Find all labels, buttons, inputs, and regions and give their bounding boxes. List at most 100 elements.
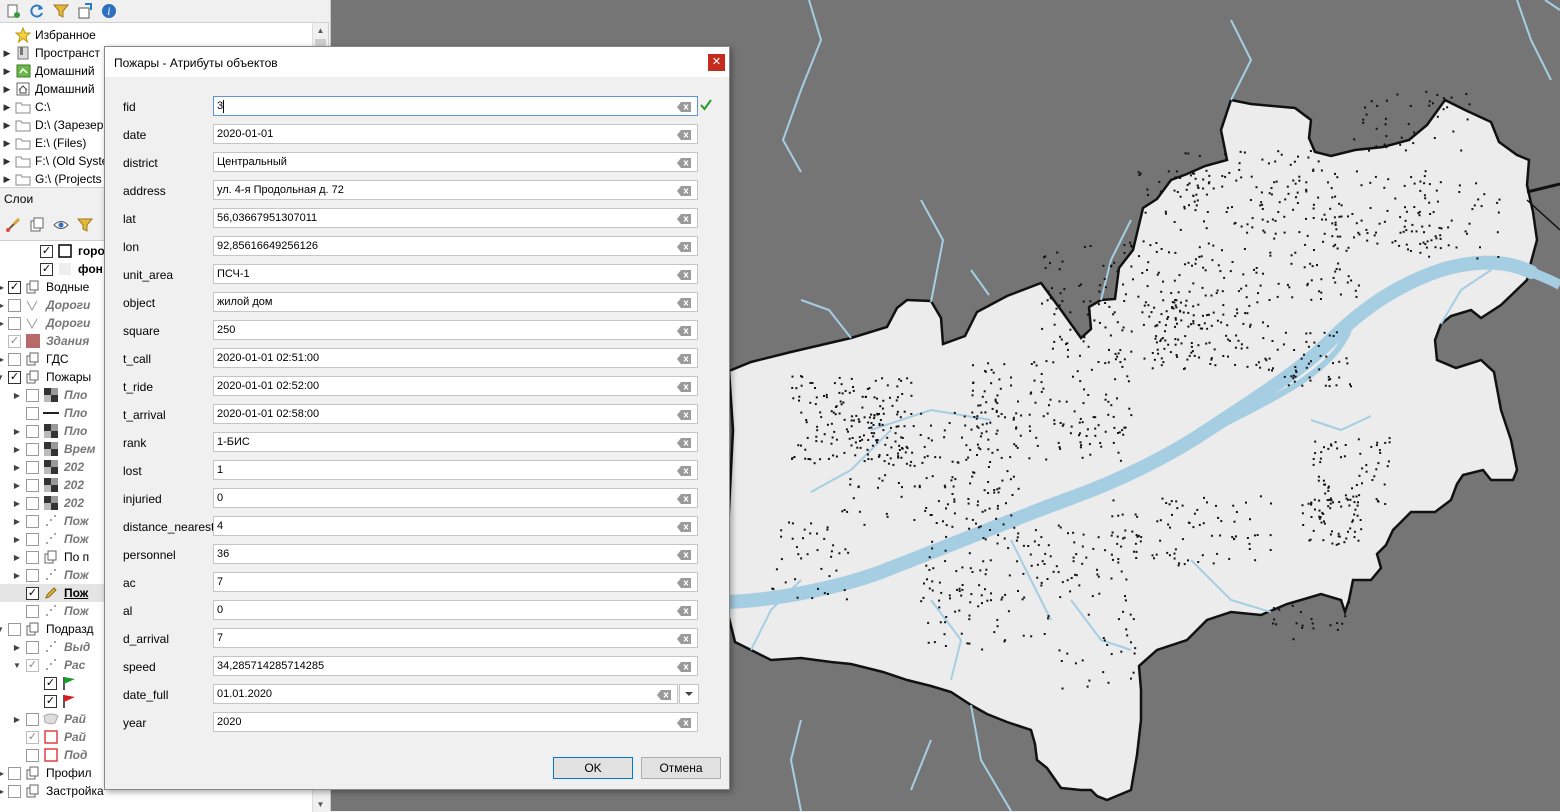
layer-visibility-checkbox[interactable]: ✓ bbox=[26, 730, 39, 744]
browser-item[interactable]: ▶ Домашний bbox=[0, 62, 95, 80]
expand-arrow-icon[interactable]: ▶ bbox=[12, 463, 22, 472]
clear-value-icon[interactable] bbox=[677, 605, 691, 616]
expand-arrow-icon[interactable]: ▶ bbox=[0, 283, 4, 292]
close-icon[interactable]: ✕ bbox=[708, 54, 725, 71]
layer-visibility-checkbox[interactable] bbox=[26, 406, 39, 420]
clear-value-icon[interactable] bbox=[677, 409, 691, 420]
layer-visibility-checkbox[interactable]: ✓ bbox=[26, 658, 39, 672]
square-field[interactable]: 250 bbox=[213, 320, 698, 340]
layer-visibility-checkbox[interactable]: ✓ bbox=[26, 586, 39, 600]
layer-visibility-checkbox[interactable] bbox=[26, 442, 39, 456]
layer-visibility-checkbox[interactable] bbox=[8, 766, 21, 780]
layer-visibility-checkbox[interactable] bbox=[26, 514, 39, 528]
clear-value-icon[interactable] bbox=[677, 269, 691, 280]
layer-visibility-checkbox[interactable] bbox=[26, 550, 39, 564]
layer-visibility-checkbox[interactable] bbox=[26, 460, 39, 474]
browser-item[interactable]: ▶ C:\ bbox=[0, 98, 51, 116]
object-field[interactable]: жилой дом bbox=[213, 292, 698, 312]
collapse-arrow-icon[interactable]: ▼ bbox=[12, 661, 22, 670]
layer-visibility-checkbox[interactable] bbox=[26, 712, 39, 726]
expand-arrow-icon[interactable]: ▶ bbox=[0, 319, 4, 328]
layer-visibility-checkbox[interactable] bbox=[8, 784, 21, 798]
clear-value-icon[interactable] bbox=[677, 717, 691, 728]
distance-nearest-field[interactable]: 4 bbox=[213, 516, 698, 536]
layer-visibility-checkbox[interactable] bbox=[8, 622, 21, 636]
clear-value-icon[interactable] bbox=[677, 381, 691, 392]
layer-visibility-checkbox[interactable]: ✓ bbox=[40, 244, 53, 258]
district-field[interactable]: Центральный bbox=[213, 152, 698, 172]
layer-visibility-checkbox[interactable]: ✓ bbox=[8, 280, 21, 294]
expand-arrow-icon[interactable]: ▶ bbox=[12, 517, 22, 526]
expand-arrow-icon[interactable]: ▶ bbox=[12, 427, 22, 436]
browser-item[interactable]: ▶ F:\ (Old Syste bbox=[0, 152, 109, 170]
scroll-up-icon[interactable]: ▲ bbox=[313, 23, 328, 38]
clear-value-icon[interactable] bbox=[677, 549, 691, 560]
year-field[interactable]: 2020 bbox=[213, 712, 698, 732]
clear-value-icon[interactable] bbox=[677, 297, 691, 308]
collapse-arrow-icon[interactable]: ▼ bbox=[0, 373, 4, 382]
lost-field[interactable]: 1 bbox=[213, 460, 698, 480]
t-call-field[interactable]: 2020-01-01 02:51:00 bbox=[213, 348, 698, 368]
collapse-all-icon[interactable] bbox=[76, 2, 94, 20]
browser-item[interactable]: ▶ Домашний bbox=[0, 80, 95, 98]
layer-visibility-checkbox[interactable] bbox=[8, 316, 21, 330]
layer-visibility-checkbox[interactable]: ✓ bbox=[44, 694, 57, 708]
layer-visibility-checkbox[interactable] bbox=[26, 640, 39, 654]
cancel-button[interactable]: Отмена bbox=[641, 757, 721, 779]
clear-value-icon[interactable] bbox=[677, 353, 691, 364]
expand-arrow-icon[interactable]: ▶ bbox=[12, 715, 22, 724]
layer-visibility-checkbox[interactable] bbox=[26, 532, 39, 546]
layer-visibility-checkbox[interactable]: ✓ bbox=[8, 370, 21, 384]
clear-value-icon[interactable] bbox=[677, 157, 691, 168]
expand-arrow-icon[interactable]: ▶ bbox=[12, 553, 22, 562]
layer-visibility-checkbox[interactable] bbox=[8, 352, 21, 366]
clear-value-icon[interactable] bbox=[677, 213, 691, 224]
layer-visibility-checkbox[interactable] bbox=[26, 748, 39, 762]
clear-value-icon[interactable] bbox=[677, 101, 691, 112]
ok-button[interactable]: OK bbox=[553, 757, 633, 779]
refresh-icon[interactable] bbox=[28, 2, 46, 20]
lat-field[interactable]: 56,03667951307011 bbox=[213, 208, 698, 228]
d-arrival-field[interactable]: 7 bbox=[213, 628, 698, 648]
personnel-field[interactable]: 36 bbox=[213, 544, 698, 564]
clear-value-icon[interactable] bbox=[677, 185, 691, 196]
layer-visibility-checkbox[interactable] bbox=[8, 298, 21, 312]
expand-arrow-icon[interactable]: ▶ bbox=[12, 481, 22, 490]
expand-arrow-icon[interactable]: ▶ bbox=[0, 787, 4, 796]
visibility-eye-icon[interactable] bbox=[52, 216, 70, 234]
date-dropdown-button[interactable] bbox=[679, 684, 699, 704]
date-field[interactable]: 2020-01-01 bbox=[213, 124, 698, 144]
clear-value-icon[interactable] bbox=[677, 577, 691, 588]
clear-value-icon[interactable] bbox=[677, 493, 691, 504]
t-ride-field[interactable]: 2020-01-01 02:52:00 bbox=[213, 376, 698, 396]
browser-item[interactable]: ▶ E:\ (Files) bbox=[0, 134, 87, 152]
layer-visibility-checkbox[interactable]: ✓ bbox=[8, 334, 21, 348]
expand-arrow-icon[interactable]: ▶ bbox=[12, 391, 22, 400]
clear-value-icon[interactable] bbox=[677, 633, 691, 644]
expand-arrow-icon[interactable]: ▶ bbox=[0, 769, 4, 778]
expand-arrow-icon[interactable]: ▶ bbox=[12, 535, 22, 544]
browser-item[interactable]: ▶ Пространст bbox=[0, 44, 100, 62]
dialog-titlebar[interactable]: Пожары - Атрибуты объектов ✕ bbox=[105, 47, 729, 77]
injuried-field[interactable]: 0 bbox=[213, 488, 698, 508]
scroll-down-icon[interactable]: ▼ bbox=[313, 797, 328, 812]
browser-item[interactable]: Избранное bbox=[0, 26, 96, 44]
t-arrival-field[interactable]: 2020-01-01 02:58:00 bbox=[213, 404, 698, 424]
clear-value-icon[interactable] bbox=[677, 661, 691, 672]
layer-visibility-checkbox[interactable] bbox=[26, 604, 39, 618]
address-field[interactable]: ул. 4-я Продольная д. 72 bbox=[213, 180, 698, 200]
speed-field[interactable]: 34,285714285714285 bbox=[213, 656, 698, 676]
unit-area-field[interactable]: ПСЧ-1 bbox=[213, 264, 698, 284]
clear-value-icon[interactable] bbox=[657, 689, 671, 700]
filter-legend-icon[interactable] bbox=[76, 216, 94, 234]
layer-visibility-checkbox[interactable] bbox=[26, 496, 39, 510]
clear-value-icon[interactable] bbox=[677, 437, 691, 448]
add-selected-layers-icon[interactable] bbox=[4, 2, 22, 20]
layer-visibility-checkbox[interactable]: ✓ bbox=[40, 262, 53, 276]
ac-field[interactable]: 7 bbox=[213, 572, 698, 592]
expand-arrow-icon[interactable]: ▶ bbox=[12, 445, 22, 454]
clear-value-icon[interactable] bbox=[677, 465, 691, 476]
expand-arrow-icon[interactable]: ▶ bbox=[12, 499, 22, 508]
collapse-arrow-icon[interactable]: ▼ bbox=[0, 625, 4, 634]
browser-item[interactable]: ▶ G:\ (Projects bbox=[0, 170, 102, 188]
